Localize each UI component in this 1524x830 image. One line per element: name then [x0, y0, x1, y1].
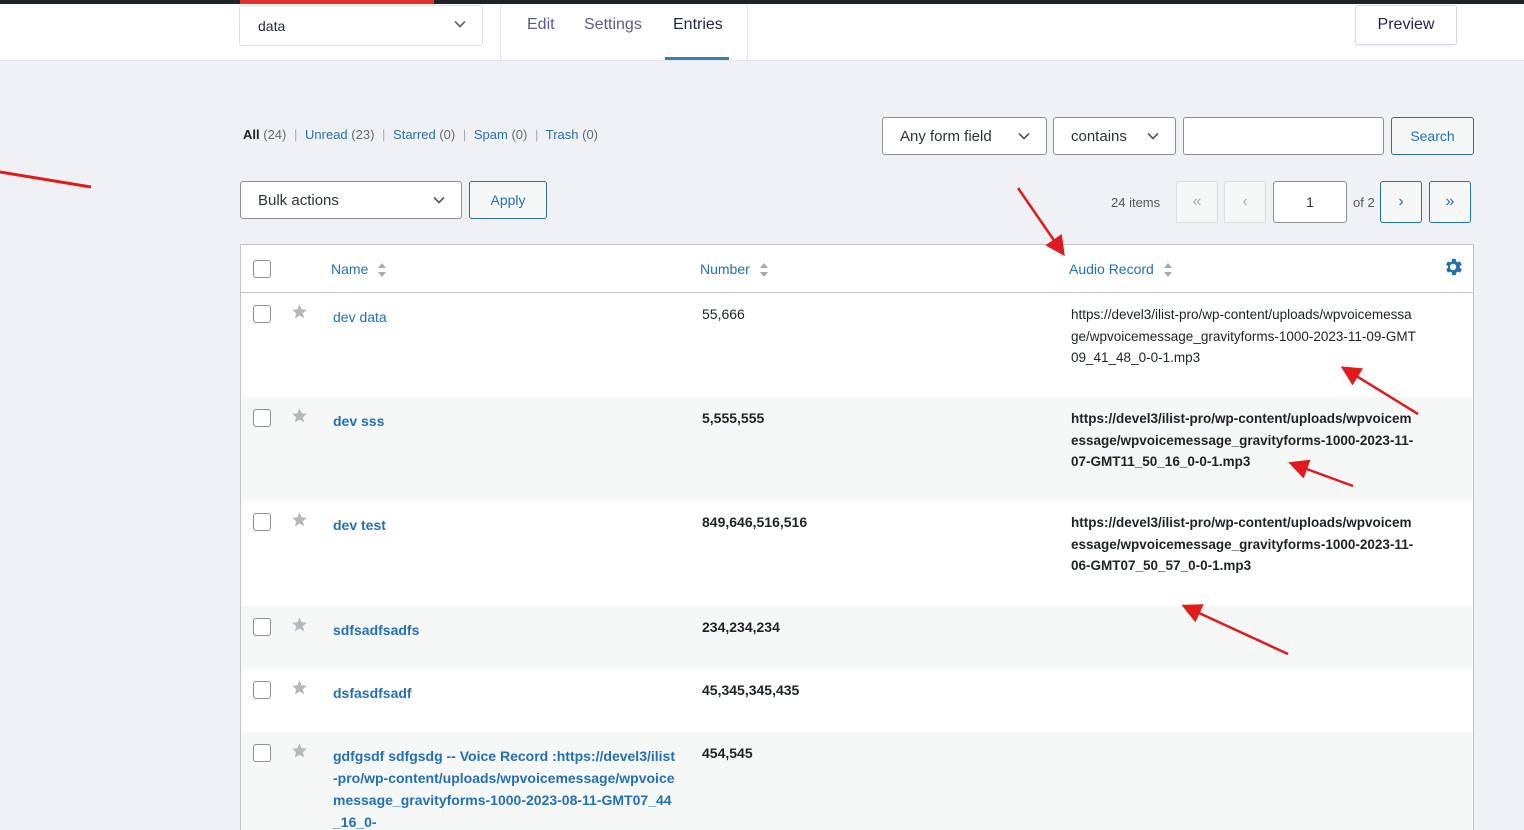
active-tab-indicator — [665, 57, 729, 60]
bulk-actions-select[interactable]: Bulk actions — [240, 181, 462, 219]
column-audio-record-label: Audio Record — [1069, 261, 1154, 277]
star-icon[interactable] — [291, 511, 308, 533]
filter-spam-count: (0) — [511, 127, 528, 142]
star-icon[interactable] — [291, 616, 308, 638]
select-all-checkbox[interactable] — [253, 260, 271, 278]
star-icon[interactable] — [291, 407, 308, 429]
table-row: dev sss 5,555,555 https://devel3/ilist-p… — [241, 397, 1473, 501]
table-header: Name Number Audio Record — [241, 245, 1473, 293]
row-checkbox[interactable] — [253, 618, 271, 636]
column-audio-record-header[interactable]: Audio Record — [1069, 261, 1173, 279]
filter-all-count: (24) — [263, 127, 287, 142]
prev-page-button[interactable]: ‹ — [1224, 181, 1266, 223]
entry-number: 5,555,555 — [702, 410, 765, 426]
preview-button[interactable]: Preview — [1355, 5, 1457, 45]
entry-number: 45,345,345,435 — [702, 682, 800, 698]
star-icon[interactable] — [291, 679, 308, 701]
entry-name-link[interactable]: sdfsadfsadfs — [333, 619, 419, 641]
entry-audio-url: https://devel3/ilist-pro/wp-content/uplo… — [1071, 515, 1414, 573]
tab-edit[interactable]: Edit — [527, 16, 555, 34]
filter-trash[interactable]: Trash — [546, 127, 579, 142]
entry-number: 454,545 — [702, 745, 753, 761]
star-icon[interactable] — [291, 303, 308, 325]
search-operator-value: contains — [1071, 128, 1127, 145]
entry-audio-url: https://devel3/ilist-pro/wp-content/uplo… — [1071, 411, 1414, 469]
chevron-down-icon — [1016, 128, 1032, 149]
row-checkbox[interactable] — [253, 513, 271, 531]
chevron-down-icon — [1145, 128, 1161, 149]
bulk-actions-value: Bulk actions — [258, 192, 339, 209]
table-row: dev data 55,666 https://devel3/ilist-pro… — [241, 293, 1473, 397]
sort-icon — [378, 263, 387, 278]
table-row: dsfasdfsadf 45,345,345,435 — [241, 669, 1473, 732]
search-field-select[interactable]: Any form field — [882, 117, 1047, 155]
entry-name-link[interactable]: gdfgsdf sdfgsdg -- Voice Record :https:/… — [333, 745, 678, 830]
form-switcher-select[interactable]: data — [239, 5, 483, 46]
search-operator-select[interactable]: contains — [1053, 117, 1176, 155]
tab-entries[interactable]: Entries — [673, 16, 723, 34]
entry-name-link[interactable]: dev sss — [333, 410, 384, 432]
sort-icon — [759, 263, 768, 278]
row-checkbox[interactable] — [253, 305, 271, 323]
table-row: dev test 849,646,516,516 https://devel3/… — [241, 501, 1473, 606]
apply-button[interactable]: Apply — [469, 181, 547, 219]
filter-starred-count: (0) — [439, 127, 456, 142]
form-switcher-value: data — [258, 18, 286, 34]
search-input[interactable] — [1183, 117, 1384, 155]
first-page-button[interactable]: « — [1176, 181, 1218, 223]
filter-all[interactable]: All — [243, 127, 260, 142]
filter-unread-count: (23) — [351, 127, 375, 142]
chevron-down-icon — [452, 16, 468, 37]
row-checkbox[interactable] — [253, 744, 271, 762]
entries-table: Name Number Audio Record dev data 55,666… — [240, 244, 1474, 830]
entry-number: 55,666 — [702, 306, 745, 322]
next-page-button[interactable]: › — [1380, 181, 1422, 223]
entry-name-link[interactable]: dev test — [333, 514, 386, 536]
filter-starred[interactable]: Starred — [393, 127, 436, 142]
last-page-button[interactable]: » — [1429, 181, 1471, 223]
sort-icon — [1163, 263, 1172, 278]
chevron-down-icon — [431, 192, 447, 213]
items-count: 24 items — [1111, 195, 1161, 210]
table-row: gdfgsdf sdfgsdg -- Voice Record :https:/… — [241, 732, 1473, 830]
search-button[interactable]: Search — [1391, 117, 1474, 155]
total-pages-label: of 2 — [1353, 195, 1375, 210]
annotation-line — [0, 170, 92, 189]
annotation-arrow — [1016, 187, 1065, 257]
form-header — [0, 4, 1524, 61]
filter-unread[interactable]: Unread — [305, 127, 348, 142]
header-divider — [500, 4, 501, 61]
entry-audio-url: https://devel3/ilist-pro/wp-content/uplo… — [1071, 307, 1416, 365]
table-row: sdfsadfsadfs 234,234,234 — [241, 606, 1473, 669]
filter-trash-count: (0) — [582, 127, 598, 142]
column-name-label: Name — [331, 261, 369, 277]
column-name-header[interactable]: Name — [331, 261, 387, 279]
column-number-label: Number — [700, 261, 750, 277]
current-page-input[interactable]: 1 — [1273, 181, 1347, 223]
row-checkbox[interactable] — [253, 681, 271, 699]
gear-icon[interactable] — [1442, 256, 1464, 283]
entry-filter-links: All (24) | Unread (23) | Starred (0) | S… — [243, 127, 598, 142]
row-checkbox[interactable] — [253, 409, 271, 427]
column-number-header[interactable]: Number — [700, 261, 769, 279]
header-divider — [747, 4, 748, 61]
filter-spam[interactable]: Spam — [474, 127, 508, 142]
tab-settings[interactable]: Settings — [584, 16, 642, 34]
entry-name-link[interactable]: dsfasdfsadf — [333, 682, 412, 704]
entry-number: 849,646,516,516 — [702, 514, 808, 530]
star-icon[interactable] — [291, 742, 308, 764]
entry-name-link[interactable]: dev data — [333, 306, 387, 328]
search-field-value: Any form field — [900, 128, 992, 145]
entry-number: 234,234,234 — [702, 619, 780, 635]
